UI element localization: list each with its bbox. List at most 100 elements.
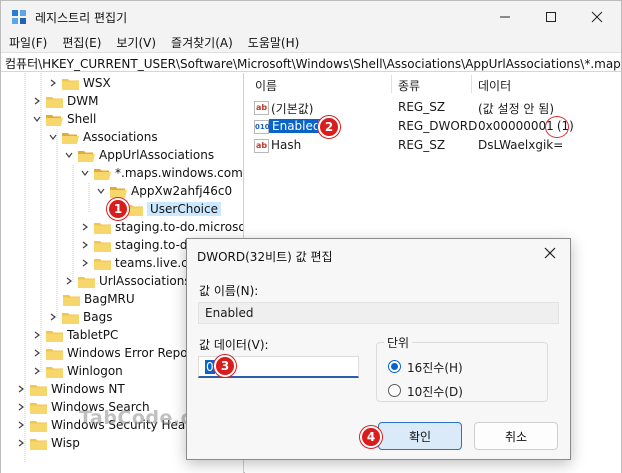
tree-label: staging.to-do.microsoft.com [115, 220, 243, 234]
close-button[interactable] [574, 1, 620, 32]
chevron-right-icon[interactable] [31, 347, 43, 359]
chevron-right-icon[interactable] [31, 329, 43, 341]
close-icon [544, 247, 556, 259]
chevron-right-icon[interactable] [79, 221, 91, 233]
chevron-down-icon[interactable] [47, 131, 59, 143]
minimize-button[interactable] [482, 1, 528, 32]
tree-node-maps-windows[interactable]: *.maps.windows.com [79, 164, 243, 182]
maximize-button[interactable] [528, 1, 574, 32]
chevron-down-icon[interactable] [63, 149, 75, 161]
tree-node-associations[interactable]: Associations [47, 128, 158, 146]
window-title: 레지스트리 편집기 [35, 11, 128, 25]
chevron-right-icon[interactable] [15, 383, 27, 395]
folder-icon [78, 275, 95, 288]
menu-edit[interactable]: 편집(E) [54, 32, 108, 52]
value-name: Enabled [269, 119, 324, 133]
folder-icon [62, 311, 79, 324]
folder-icon [94, 257, 111, 270]
chevron-right-icon[interactable] [79, 239, 91, 251]
registry-app-icon [12, 10, 26, 24]
menu-file[interactable]: 파일(F) [1, 32, 54, 52]
value-name-field[interactable]: Enabled [198, 302, 559, 324]
chevron-down-icon[interactable] [31, 113, 43, 125]
folder-open-icon [78, 149, 95, 162]
tree-node-appurlassociations[interactable]: AppUrlAssociations [63, 146, 214, 164]
registry-editor-window: 레지스트리 편집기 파일(F) 편집(E) 보기(V) 즐겨찾기(A) 도움말(… [0, 0, 622, 473]
maximize-icon [546, 11, 556, 22]
folder-open-icon [46, 113, 63, 126]
radio-decimal[interactable] [388, 384, 401, 397]
tree-node-shell[interactable]: Shell [31, 110, 96, 128]
minimize-icon [500, 16, 510, 17]
cancel-button[interactable]: 취소 [474, 422, 558, 450]
radio-decimal-label[interactable]: 10진수(D) [407, 383, 463, 400]
radio-hexadecimal-label[interactable]: 16진수(H) [407, 359, 463, 376]
menu-favorites[interactable]: 즐겨찾기(A) [163, 32, 240, 52]
folder-icon [94, 221, 111, 234]
tree-label: WSX [83, 76, 111, 90]
value-type: REG_SZ [398, 138, 446, 152]
folder-icon [46, 347, 63, 360]
chevron-right-icon[interactable] [31, 365, 43, 377]
chevron-right-icon[interactable] [47, 311, 59, 323]
address-bar[interactable]: 컴퓨터\HKEY_CURRENT_USER\Software\Microsoft… [1, 52, 621, 72]
menu-bar: 파일(F) 편집(E) 보기(V) 즐겨찾기(A) 도움말(H) [1, 32, 621, 52]
chevron-right-icon[interactable] [31, 95, 43, 107]
radio-hexadecimal[interactable] [388, 360, 401, 373]
tree-node-userchoice[interactable]: UserChoice [126, 200, 221, 218]
tree-node-urlassociations[interactable]: UrlAssociations [63, 272, 191, 290]
chevron-right-icon[interactable] [47, 77, 59, 89]
ok-button[interactable]: 확인 [378, 422, 462, 450]
tree-label: BagMRU [84, 292, 135, 306]
column-header-name[interactable]: 이름 [255, 77, 277, 94]
chevron-down-icon[interactable] [95, 185, 107, 197]
tree-label: UserChoice [147, 202, 221, 216]
folder-icon [46, 365, 63, 378]
value-type: REG_SZ [398, 100, 446, 114]
tree-node-wisp[interactable]: Wisp [15, 434, 80, 452]
tree-node-wsx[interactable]: WSX [47, 74, 111, 92]
tree-node-bags[interactable]: Bags [47, 308, 112, 326]
chevron-down-icon[interactable] [79, 167, 91, 179]
menu-help[interactable]: 도움말(H) [240, 32, 307, 52]
tree-label: AppUrlAssociations [99, 148, 215, 162]
folder-open-icon [110, 185, 127, 198]
tree-label: TabletPC [67, 328, 119, 342]
tree-node-dwm[interactable]: DWM [31, 92, 98, 110]
value-name: (기본값) [271, 102, 314, 116]
folder-icon [46, 95, 63, 108]
step-badge-1: 1 [107, 198, 129, 220]
chevron-right-icon[interactable] [15, 419, 27, 431]
dialog-close-button[interactable] [544, 245, 556, 263]
folder-icon [30, 437, 47, 450]
tree-node-winlogon[interactable]: Winlogon [31, 362, 123, 380]
chevron-right-icon[interactable] [15, 401, 27, 413]
chevron-right-icon[interactable] [15, 437, 27, 449]
chevron-right-icon[interactable] [63, 275, 75, 287]
value-name: Hash [271, 138, 302, 152]
string-value-icon: ab [254, 101, 269, 115]
column-header-type[interactable]: 종류 [398, 77, 420, 94]
title-bar[interactable]: 레지스트리 편집기 [1, 1, 621, 32]
tree-node-windows-nt[interactable]: Windows NT [15, 380, 125, 398]
tree-node-staging-todo-ms[interactable]: staging.to-do.microsoft.com [79, 218, 243, 236]
step-badge-3: 3 [214, 355, 236, 377]
column-separator[interactable] [471, 75, 472, 93]
column-header-data[interactable]: 데이터 [478, 77, 511, 94]
tree-label: Winlogon [67, 364, 123, 378]
value-row-hash[interactable]: ab Hash REG_SZ DsLWaelxgik= [245, 137, 621, 155]
chevron-right-icon[interactable] [79, 257, 91, 269]
step-badge-2: 2 [318, 116, 340, 138]
column-separator[interactable] [391, 75, 392, 93]
tree-label: Associations [83, 130, 158, 144]
tree-node-tabletpc[interactable]: TabletPC [31, 326, 118, 344]
close-icon [591, 11, 603, 22]
tree-node-bagmru[interactable]: BagMRU [63, 290, 135, 308]
tree-label: Bags [83, 310, 113, 324]
folder-open-icon [94, 167, 111, 180]
value-row-default[interactable]: ab (기본값) REG_SZ (값 설정 안 됨) [245, 99, 621, 117]
folder-icon [46, 329, 63, 342]
menu-view[interactable]: 보기(V) [108, 32, 163, 52]
folder-icon [63, 293, 80, 306]
folder-icon [94, 239, 111, 252]
